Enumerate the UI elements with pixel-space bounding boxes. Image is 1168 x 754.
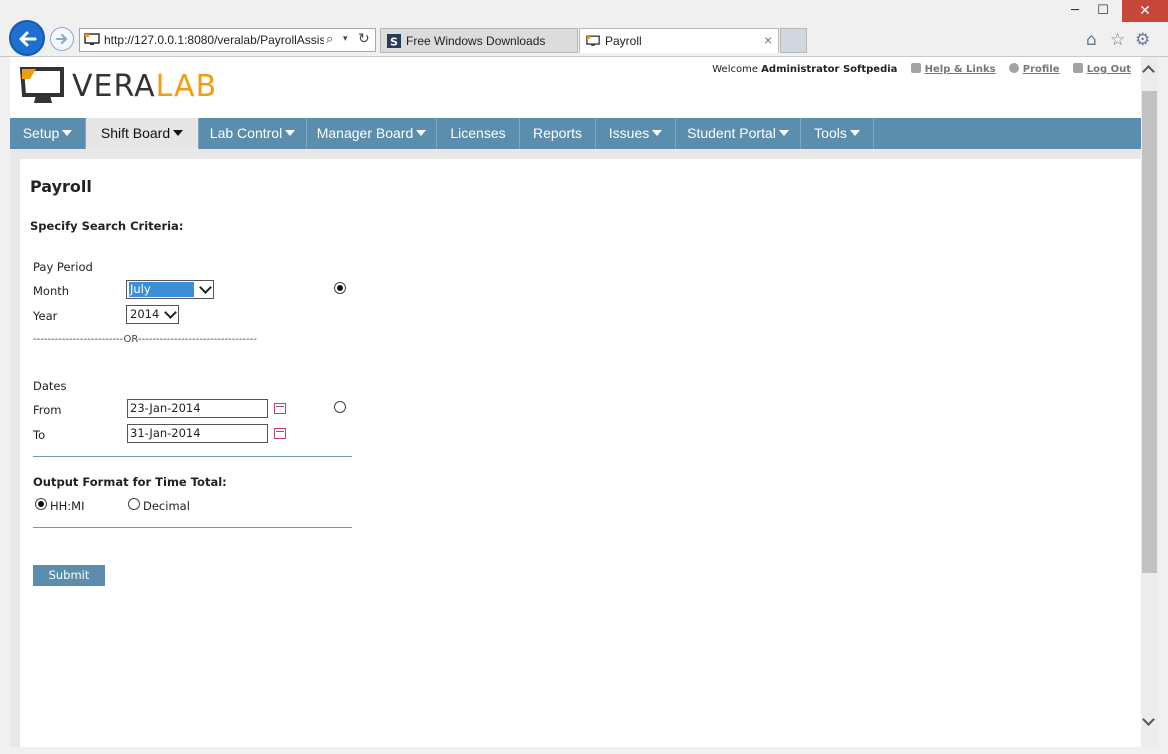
dates-label: Dates [33,379,67,393]
profile-icon [1008,63,1019,73]
nav-shift-board[interactable]: Shift Board [86,118,199,149]
veralab-monitor-icon [84,33,100,45]
scroll-down-icon[interactable] [1142,713,1155,726]
or-divider: -------------------------OR-------------… [33,334,257,345]
user-bar: Welcome Administrator Softpedia Help & L… [712,63,1131,75]
tab-free-windows-downloads[interactable]: S Free Windows Downloads [380,28,578,53]
to-label: To [33,428,46,442]
help-icon [910,63,921,73]
page-title: Payroll [30,177,92,196]
month-value: July [129,282,194,297]
scroll-up-icon[interactable] [1142,65,1155,78]
forward-button[interactable] [50,27,74,51]
caret-down-icon [173,130,184,136]
close-tab-icon[interactable]: × [764,32,772,48]
settings-gear-icon[interactable]: ⚙ [1135,30,1150,50]
main-nav: Setup Shift Board Lab Control Manager Bo… [10,118,1141,149]
logout-link[interactable]: Log Out [1087,64,1131,75]
back-button[interactable] [9,20,45,56]
veralab-monitor-icon [586,35,600,46]
help-links-link[interactable]: Help & Links [925,64,996,75]
decimal-label: Decimal [143,499,190,513]
caret-down-icon [778,130,789,136]
maximize-button[interactable]: ☐ [1090,2,1116,20]
output-format-heading: Output Format for Time Total: [33,475,227,489]
year-select[interactable]: 2014 [126,305,179,324]
pay-period-label: Pay Period [33,260,93,274]
logo-wordmark: VERALAB [72,69,218,104]
vertical-scrollbar[interactable] [1141,57,1158,747]
tab-payroll[interactable]: Payroll × [579,28,779,53]
search-icon[interactable]: ⌕ [326,32,333,47]
from-label: From [33,403,62,417]
logo-monitor-icon [20,67,64,103]
pay-period-radio[interactable] [334,282,346,294]
web-page: VERALAB Welcome Administrator Softpedia … [10,57,1141,747]
month-label: Month [33,284,70,298]
nav-reports[interactable]: Reports [520,118,596,149]
user-name: Administrator Softpedia [761,64,898,75]
payroll-panel: Payroll Specify Search Criteria: Pay Per… [20,159,1141,747]
year-label: Year [33,309,58,323]
tab-label: Free Windows Downloads [406,34,546,48]
forward-arrow-icon [56,34,68,44]
caret-down-icon [62,130,73,136]
scrollbar-thumb[interactable] [1142,91,1157,573]
softpedia-s-icon: S [387,34,401,48]
refresh-icon[interactable]: ↻ [358,31,370,47]
hhmi-radio[interactable] [35,498,47,510]
minimize-button[interactable]: ─ [1062,2,1088,20]
svg-text:S: S [390,36,398,49]
dates-radio[interactable] [334,401,346,413]
calendar-icon[interactable] [274,428,286,439]
month-select[interactable]: July [126,280,214,299]
address-url[interactable]: http://127.0.0.1:8080/veralab/PayrollAss… [104,33,324,47]
year-value: 2014 [130,307,160,321]
nav-issues[interactable]: Issues [596,118,676,149]
section-divider [33,527,352,528]
chevron-down-icon [199,281,212,294]
chevron-down-icon [164,306,177,319]
caret-down-icon [652,130,663,136]
caret-down-icon [285,130,296,136]
veralab-logo[interactable]: VERALAB [20,67,260,107]
window-close-button[interactable]: ✕ [1122,0,1168,22]
address-bar[interactable]: http://127.0.0.1:8080/veralab/PayrollAss… [79,28,376,52]
submit-button[interactable]: Submit [33,565,105,586]
favorites-star-icon[interactable]: ☆ [1110,30,1125,50]
section-divider [33,456,352,457]
tab-label: Payroll [605,34,642,48]
profile-link[interactable]: Profile [1023,64,1060,75]
nav-manager-board[interactable]: Manager Board [307,118,437,149]
hhmi-label: HH:MI [50,499,85,513]
to-date-input[interactable]: 31-Jan-2014 [127,424,268,443]
new-tab-button[interactable] [780,28,807,53]
nav-tools[interactable]: Tools [801,118,874,149]
nav-lab-control[interactable]: Lab Control [199,118,307,149]
nav-licenses[interactable]: Licenses [437,118,520,149]
welcome-text: Welcome [712,64,758,75]
decimal-radio[interactable] [128,498,140,510]
logout-icon [1072,63,1083,73]
home-icon[interactable]: ⌂ [1086,30,1097,50]
from-date-input[interactable]: 23-Jan-2014 [127,399,268,418]
dropdown-icon[interactable]: ▾ [343,34,348,44]
nav-student-portal[interactable]: Student Portal [676,118,801,149]
nav-setup[interactable]: Setup [10,118,86,149]
calendar-icon[interactable] [274,403,286,414]
search-criteria-heading: Specify Search Criteria: [30,219,184,233]
window-frame-bottom [0,747,1168,754]
caret-down-icon [849,130,860,136]
window-frame-right [1158,57,1168,754]
back-arrow-icon [19,31,37,47]
window-frame-left [0,57,10,754]
caret-down-icon [416,130,427,136]
